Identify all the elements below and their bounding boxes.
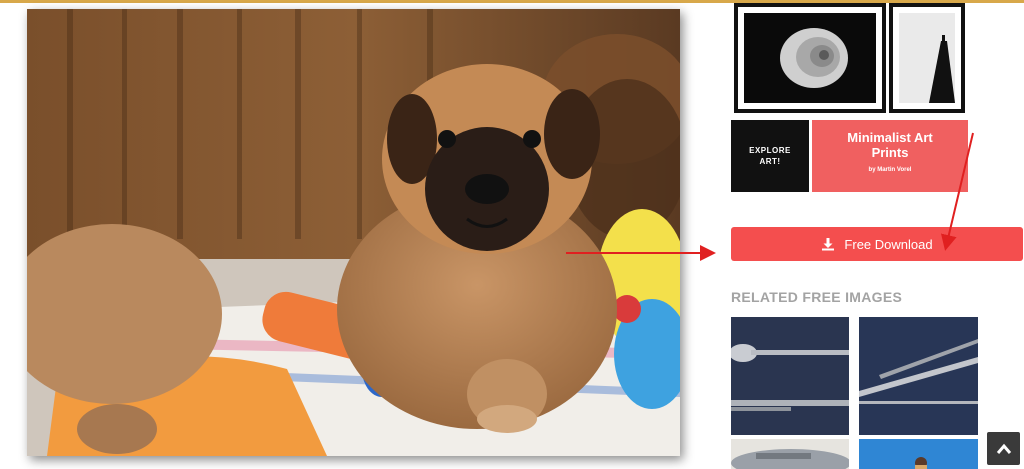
ad-byline: by Martin Vorel [868, 167, 912, 173]
related-thumb-fork[interactable] [859, 317, 978, 435]
related-thumb-sky[interactable] [859, 439, 978, 469]
free-download-button[interactable]: Free Download [731, 227, 1023, 261]
download-label: Free Download [844, 236, 933, 252]
related-thumb-spoon[interactable] [731, 317, 849, 435]
related-thumb-boat[interactable] [731, 439, 849, 469]
chevron-up-icon [996, 443, 1011, 454]
spoon-thumbnail [731, 317, 849, 435]
tower-image [899, 13, 955, 103]
framed-tower-print[interactable] [889, 3, 965, 113]
boat-thumbnail [731, 439, 849, 469]
puppy-photo-graphic [27, 9, 680, 456]
ad-title-line-1: Minimalist Art [847, 130, 933, 145]
explore-line-2: ART! [759, 157, 781, 166]
ad-title-line-2: Prints [871, 145, 909, 160]
back-to-top-button[interactable] [987, 432, 1020, 465]
minimalist-art-tile[interactable]: Minimalist Art Prints by Martin Vorel [812, 120, 968, 192]
explore-line-1: EXPLORE [749, 146, 791, 155]
minimalist-art-ad[interactable]: EXPLORE ART! Minimalist Art Prints by Ma… [731, 3, 969, 193]
download-icon [822, 238, 835, 251]
related-images-heading: RELATED FREE IMAGES [731, 289, 903, 305]
framed-shell-print[interactable] [734, 3, 886, 113]
fork-thumbnail [859, 317, 978, 435]
explore-art-tile[interactable]: EXPLORE ART! [731, 120, 809, 192]
main-photo[interactable] [27, 9, 680, 456]
shell-image [744, 13, 876, 103]
sky-thumbnail [859, 439, 978, 469]
